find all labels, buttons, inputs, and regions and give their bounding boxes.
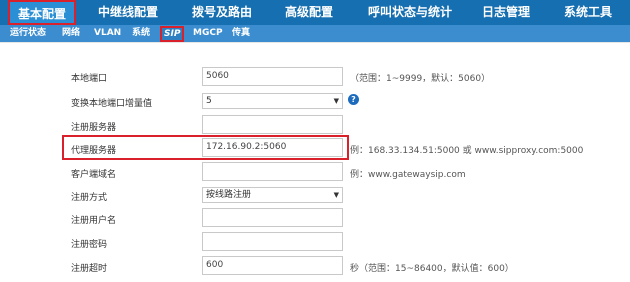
port-increment-label: 变换本地端口增量值: [71, 99, 153, 109]
tab-vlan[interactable]: VLAN: [94, 25, 121, 42]
top-navigation: 基本配置 中继线配置 拨号及路由 高级配置 呼叫状态与统计 日志管理 系统工具: [0, 0, 630, 25]
proxy-server-input[interactable]: 172.16.90.2:5060: [202, 138, 343, 157]
tab-sip[interactable]: SIP: [160, 26, 185, 42]
nav-log-management[interactable]: 日志管理: [482, 0, 530, 25]
tab-running-status[interactable]: 运行状态: [10, 25, 46, 42]
nav-system-tools[interactable]: 系统工具: [564, 0, 612, 25]
chevron-down-icon: ▼: [333, 191, 339, 199]
nav-advanced-config[interactable]: 高级配置: [285, 0, 333, 25]
register-server-label: 注册服务器: [71, 123, 117, 133]
register-mode-label: 注册方式: [71, 193, 108, 203]
register-server-input[interactable]: [202, 115, 343, 134]
nav-trunk-config[interactable]: 中继线配置: [98, 0, 158, 25]
help-icon[interactable]: ?: [348, 94, 359, 105]
proxy-server-label: 代理服务器: [71, 146, 117, 156]
chevron-down-icon: ▼: [333, 97, 339, 105]
register-user-input[interactable]: [202, 208, 343, 227]
register-timeout-input[interactable]: 600: [202, 256, 343, 275]
local-port-input[interactable]: 5060: [202, 67, 343, 86]
tab-network[interactable]: 网络: [62, 25, 80, 42]
register-timeout-label: 注册超时: [71, 264, 108, 274]
divider: [0, 42, 630, 43]
tab-fax[interactable]: 传真: [232, 25, 250, 42]
tab-mgcp[interactable]: MGCP: [193, 25, 223, 42]
tab-system[interactable]: 系统: [132, 25, 150, 42]
local-port-hint: （范围：1~9999，默认：5060）: [350, 74, 491, 84]
nav-call-status[interactable]: 呼叫状态与统计: [368, 0, 452, 25]
register-timeout-hint: 秒（范围：15~86400，默认值：600）: [350, 264, 514, 274]
register-password-input[interactable]: [202, 232, 343, 251]
port-increment-value: 5: [206, 96, 212, 106]
client-domain-label: 客户端域名: [71, 170, 117, 180]
register-mode-value: 按线路注册: [206, 190, 252, 200]
port-increment-select[interactable]: 5 ▼: [202, 93, 343, 109]
client-domain-hint: 例：www.gatewaysip.com: [350, 170, 466, 180]
sub-navigation: 运行状态 网络 VLAN 系统 SIP MGCP 传真: [0, 25, 630, 42]
nav-basic-config[interactable]: 基本配置: [8, 0, 76, 25]
nav-dialing-routing[interactable]: 拨号及路由: [192, 0, 252, 25]
client-domain-input[interactable]: [202, 162, 343, 181]
local-port-label: 本地端口: [71, 74, 108, 84]
register-password-label: 注册密码: [71, 240, 108, 250]
proxy-server-hint: 例：168.33.134.51:5000 或 www.sipproxy.com:…: [350, 146, 584, 156]
register-mode-select[interactable]: 按线路注册 ▼: [202, 187, 343, 203]
register-user-label: 注册用户名: [71, 216, 117, 226]
